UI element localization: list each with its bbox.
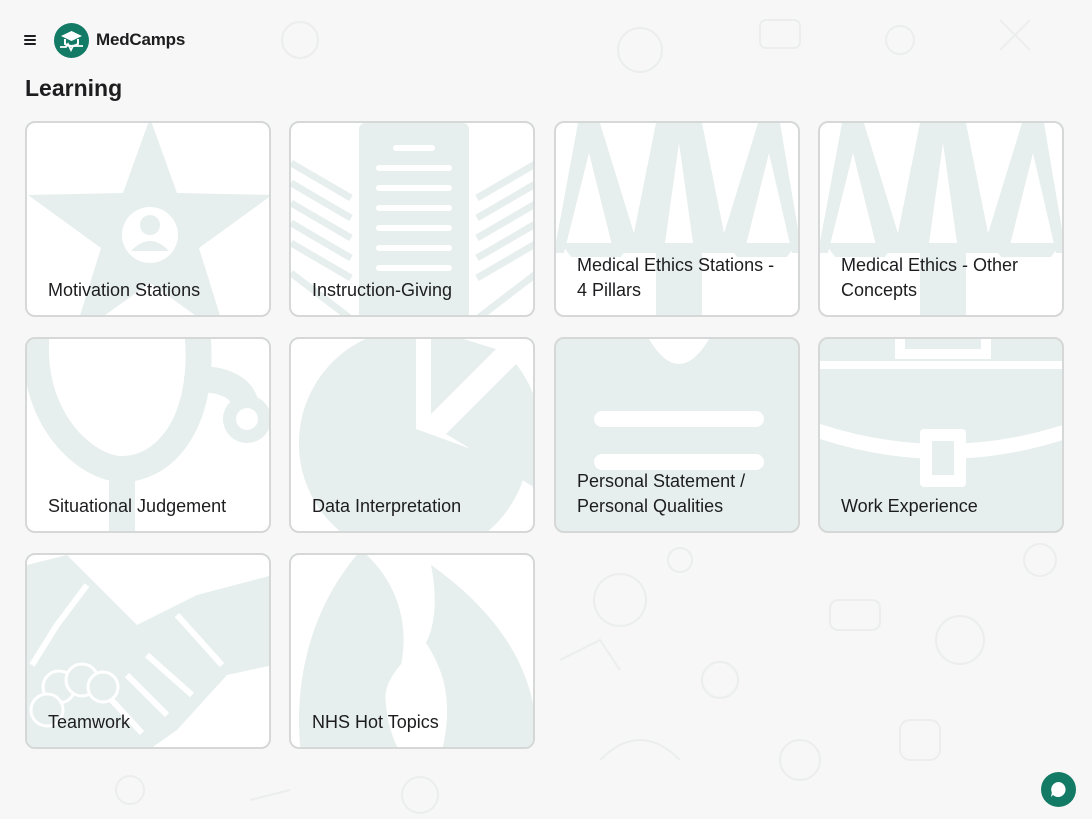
card-teamwork[interactable]: Teamwork <box>25 553 271 749</box>
page-title: Learning <box>25 75 123 101</box>
card-medical-ethics-4-pillars[interactable]: Medical Ethics Stations - 4 Pillars <box>554 121 800 317</box>
card-label: Personal Statement / Personal Qualities <box>577 471 746 516</box>
brand-name[interactable]: MedCamps <box>96 30 185 50</box>
card-nhs-hot-topics[interactable]: NHS Hot Topics <box>289 553 535 749</box>
card-medical-ethics-other-concepts[interactable]: Medical Ethics - Other Concepts <box>818 121 1064 317</box>
card-motivation-stations[interactable]: Motivation Stations <box>25 121 271 317</box>
card-label: Situational Judgement <box>48 496 227 516</box>
card-label: Work Experience <box>841 496 978 516</box>
top-bar: MedCamps <box>0 0 1092 80</box>
card-label: Medical Ethics Stations - 4 Pillars <box>577 255 775 300</box>
card-work-experience[interactable]: Work Experience <box>818 337 1064 533</box>
card-instruction-giving[interactable]: Instruction-Giving <box>289 121 535 317</box>
chat-bubble-icon <box>1051 782 1066 797</box>
card-label: Instruction-Giving <box>312 280 453 300</box>
card-personal-statement[interactable]: Personal Statement / Personal Qualities <box>554 337 800 533</box>
card-label: Data Interpretation <box>312 496 462 516</box>
hamburger-menu-icon[interactable] <box>20 30 42 50</box>
card-label: Medical Ethics - Other Concepts <box>841 255 1019 300</box>
card-situational-judgement[interactable]: Situational Judgement <box>25 337 271 533</box>
card-data-interpretation[interactable]: Data Interpretation <box>289 337 535 533</box>
card-label: NHS Hot Topics <box>312 712 439 732</box>
card-label: Teamwork <box>48 712 131 732</box>
medcamps-logo-icon[interactable] <box>54 23 89 58</box>
chat-launcher-button[interactable] <box>1041 772 1076 807</box>
card-label: Motivation Stations <box>48 280 201 300</box>
